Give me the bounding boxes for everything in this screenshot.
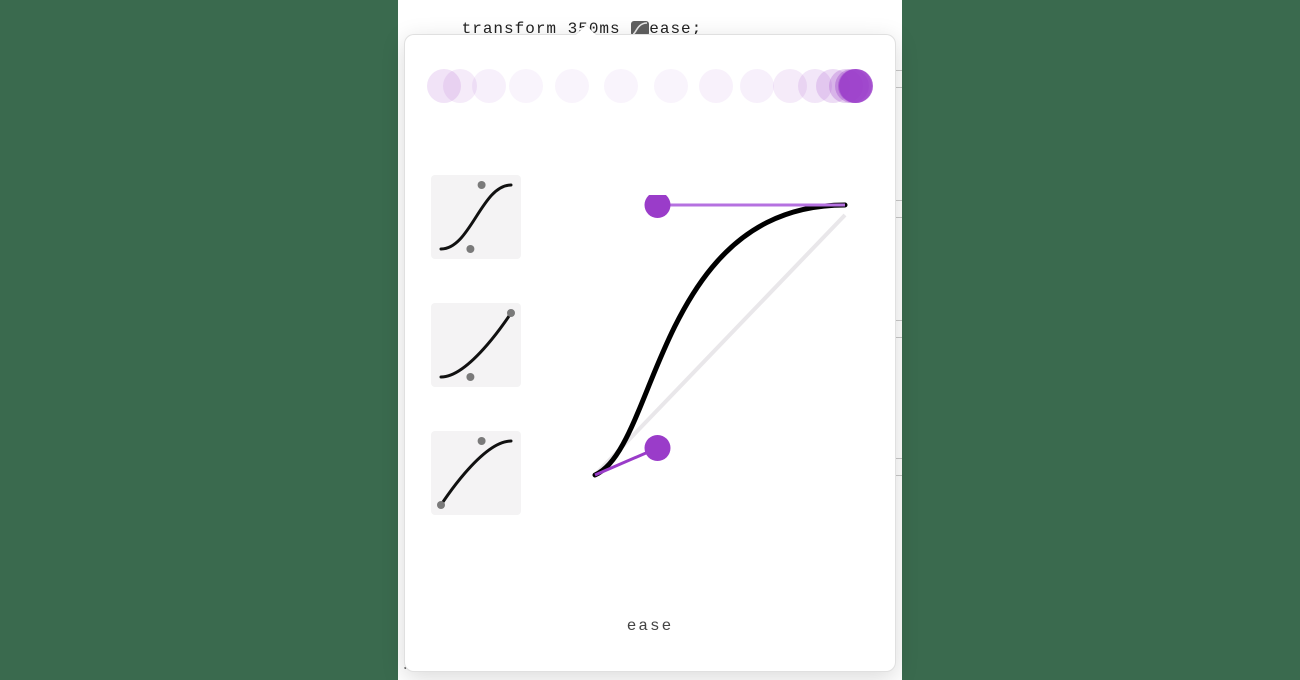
popover-arrow-icon — [576, 25, 596, 35]
preview-dot — [740, 69, 774, 103]
css-declaration-line: transform 350ms ease; — [398, 2, 702, 24]
preview-dot — [654, 69, 688, 103]
linear-reference-line — [595, 215, 845, 475]
preset-ease-in-out[interactable] — [431, 175, 521, 259]
preset-ease-out[interactable] — [431, 431, 521, 515]
preset-curve-icon — [431, 175, 521, 259]
preset-ease-in[interactable] — [431, 303, 521, 387]
control-handle-2[interactable] — [645, 195, 671, 218]
easing-editor-popover: ease — [404, 34, 896, 672]
preview-dot — [604, 69, 638, 103]
page-background: transform 350ms ease; ⋯ ease — [0, 0, 1300, 680]
easing-animation-preview — [427, 59, 873, 113]
preview-dot — [839, 69, 873, 103]
preview-dot — [472, 69, 506, 103]
bezier-curve-editor[interactable] — [585, 195, 855, 485]
preset-curve-icon — [431, 431, 521, 515]
preview-dot — [509, 69, 543, 103]
easing-preset-list — [431, 175, 527, 559]
preview-dot — [699, 69, 733, 103]
preview-dot — [555, 69, 589, 103]
preset-curve-icon — [431, 303, 521, 387]
control-handle-1[interactable] — [645, 435, 671, 461]
curve-name-label: ease — [405, 617, 895, 635]
